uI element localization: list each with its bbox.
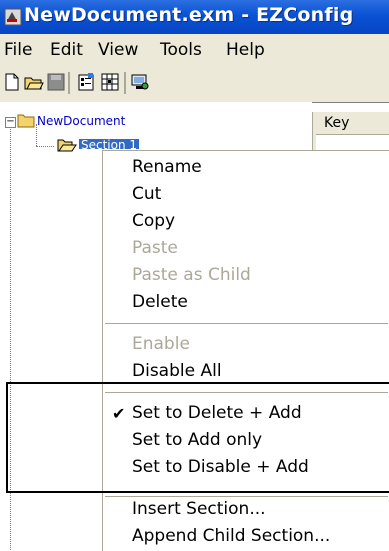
window-title: NewDocument.exm - EZConfig (24, 4, 354, 26)
tree-connector-horizontal (36, 146, 54, 148)
grid-icon[interactable] (100, 72, 120, 92)
toolbar-separator (68, 72, 70, 94)
menu-item-append-child-section[interactable]: Append Child Section... (132, 526, 330, 546)
open-folder-node-icon (57, 137, 77, 156)
save-icon[interactable] (46, 72, 66, 92)
menu-file[interactable]: File (4, 40, 32, 60)
menu-separator (105, 323, 388, 324)
menu-item-rename[interactable]: Rename (132, 157, 202, 177)
menu-tools[interactable]: Tools (160, 40, 202, 60)
menu-bar: File Edit View Tools Help (0, 34, 389, 66)
menu-separator (105, 496, 388, 497)
network-icon[interactable] (130, 72, 150, 92)
menu-item-insert-section[interactable]: Insert Section... (132, 499, 266, 519)
menu-edit[interactable]: Edit (50, 40, 83, 60)
title-bar[interactable]: NewDocument.exm - EZConfig (0, 0, 389, 34)
collapse-toggle-icon[interactable]: − (5, 117, 16, 128)
menu-item-copy[interactable]: Copy (132, 211, 175, 231)
menu-item-delete[interactable]: Delete (132, 292, 188, 312)
highlight-box (6, 382, 389, 493)
tree-node-root[interactable]: NewDocument (37, 114, 125, 128)
menu-item-paste: Paste (132, 238, 178, 258)
menu-help[interactable]: Help (226, 40, 265, 60)
open-folder-icon[interactable] (24, 72, 44, 92)
menu-item-paste-as-child: Paste as Child (132, 265, 251, 285)
tree-node-selected[interactable]: Section 1 (79, 139, 140, 149)
menu-item-cut[interactable]: Cut (132, 184, 161, 204)
menu-item-enable: Enable (132, 334, 190, 354)
column-header-key[interactable]: Key (316, 112, 389, 135)
menu-view[interactable]: View (98, 40, 138, 60)
menu-item-disable-all[interactable]: Disable All (132, 361, 222, 381)
new-document-icon[interactable] (2, 72, 22, 92)
column-header-label: Key (324, 115, 350, 131)
folder-icon (17, 113, 35, 132)
toolbar (0, 66, 389, 102)
properties-icon[interactable] (76, 72, 96, 92)
app-icon (4, 8, 22, 26)
toolbar-separator-2 (124, 72, 126, 94)
